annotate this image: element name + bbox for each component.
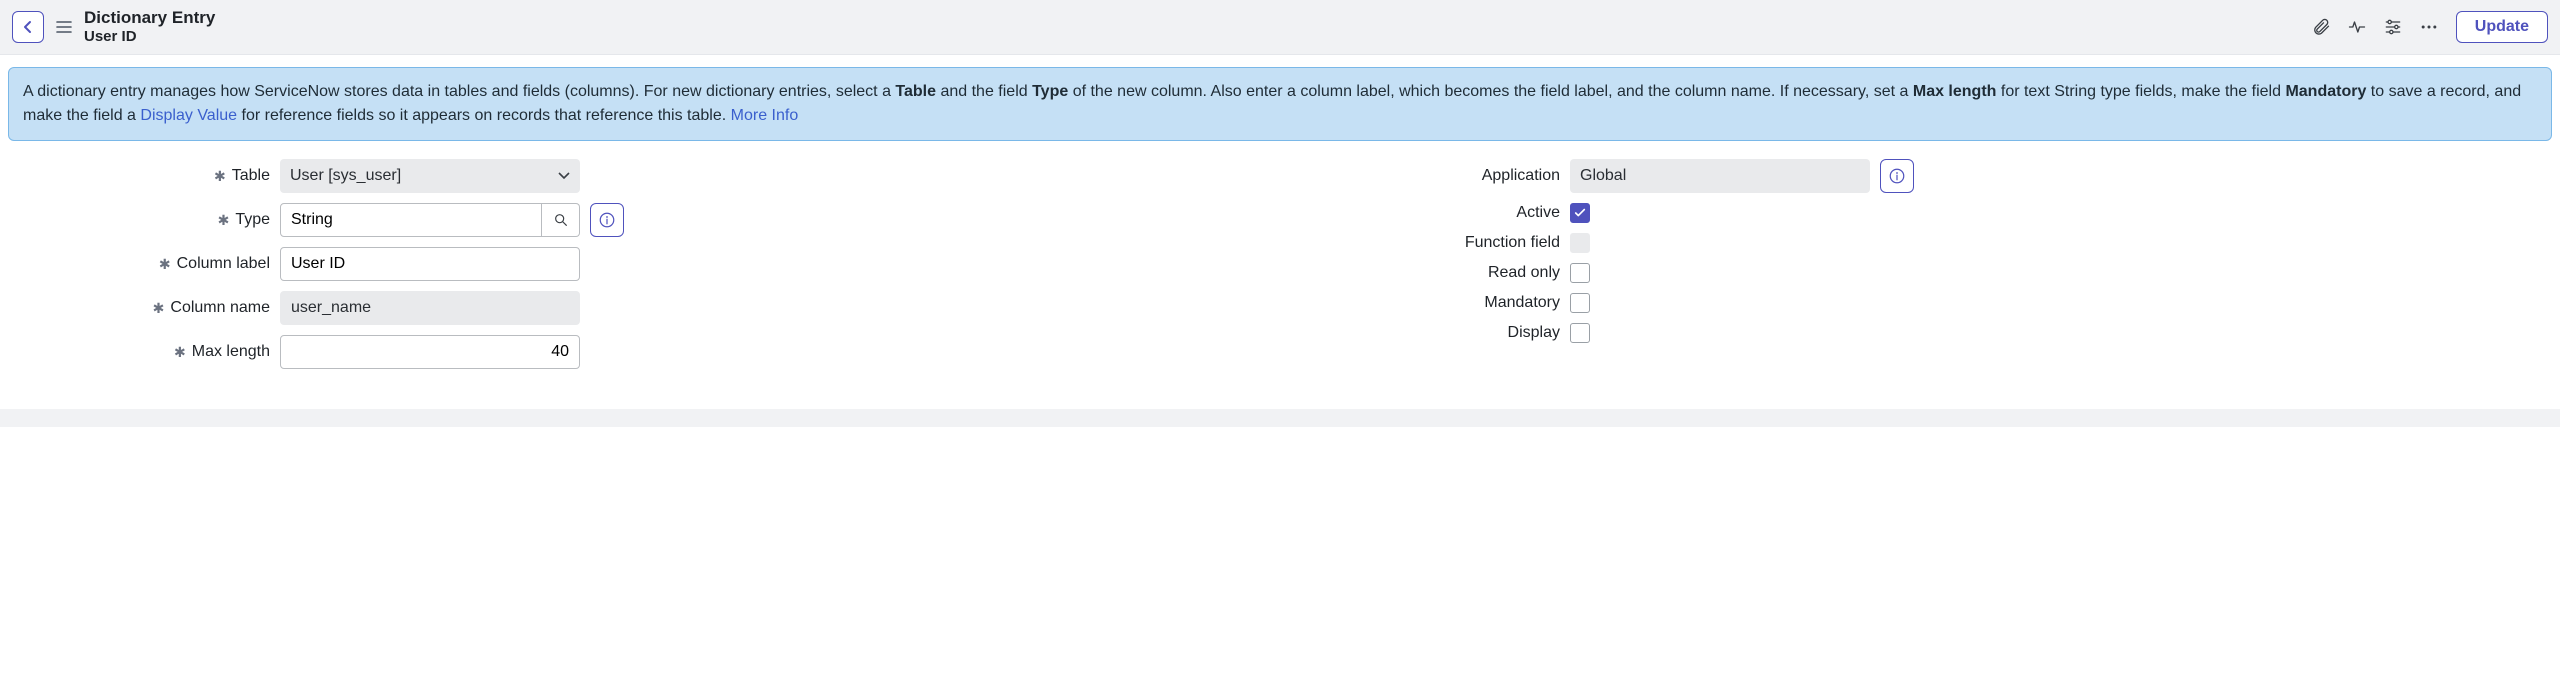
display-value-link[interactable]: Display Value (140, 107, 237, 124)
column-label-input[interactable] (280, 247, 580, 281)
paperclip-icon (2311, 17, 2331, 37)
field-read-only: Read only (1300, 263, 2550, 283)
info-icon (1888, 167, 1906, 185)
field-function: Function field (1300, 233, 2550, 253)
display-label: Display (1508, 324, 1560, 342)
type-input[interactable] (280, 203, 542, 237)
more-actions-button[interactable] (2416, 14, 2442, 40)
page-title-block: Dictionary Entry User ID (84, 8, 215, 46)
info-icon (598, 211, 616, 229)
function-field-label: Function field (1465, 234, 1560, 252)
form-left-column: ✱ Table User [sys_user] ✱ Type (10, 159, 1260, 379)
page-title: Dictionary Entry (84, 8, 215, 28)
table-label: Table (232, 167, 270, 185)
form-right-column: Application Global Active Function field (1300, 159, 2550, 379)
check-icon (1574, 207, 1586, 219)
field-column-name: ✱ Column name (10, 291, 1260, 325)
table-select-value: User [sys_user] (290, 167, 401, 185)
banner-bold-mandatory: Mandatory (2285, 83, 2366, 100)
form-container: ✱ Table User [sys_user] ✱ Type (0, 159, 2560, 409)
max-length-label: Max length (192, 343, 270, 361)
activity-icon (2347, 17, 2367, 37)
attachments-button[interactable] (2308, 14, 2334, 40)
required-icon: ✱ (214, 169, 226, 183)
type-label: Type (235, 211, 270, 229)
application-info-button[interactable] (1880, 159, 1914, 193)
page-header: Dictionary Entry User ID Update (0, 0, 2560, 55)
read-only-label: Read only (1488, 264, 1560, 282)
table-select[interactable]: User [sys_user] (280, 159, 580, 193)
column-name-input (280, 291, 580, 325)
banner-bold-type: Type (1032, 83, 1068, 100)
column-label-label: Column label (177, 255, 270, 273)
field-active: Active (1300, 203, 2550, 223)
required-icon: ✱ (174, 345, 186, 359)
display-checkbox[interactable] (1570, 323, 1590, 343)
mandatory-checkbox[interactable] (1570, 293, 1590, 313)
field-mandatory: Mandatory (1300, 293, 2550, 313)
activity-button[interactable] (2344, 14, 2370, 40)
field-display: Display (1300, 323, 2550, 343)
menu-lines-icon (56, 20, 72, 34)
max-length-input[interactable] (280, 335, 580, 369)
type-info-button[interactable] (590, 203, 624, 237)
field-column-label: ✱ Column label (10, 247, 1260, 281)
function-field-checkbox (1570, 233, 1590, 253)
ellipsis-icon (2419, 17, 2439, 37)
field-type: ✱ Type (10, 203, 1260, 237)
sliders-icon (2383, 17, 2403, 37)
info-banner: A dictionary entry manages how ServiceNo… (8, 67, 2552, 141)
footer-divider (0, 409, 2560, 427)
caret-down-icon (558, 172, 570, 180)
active-label: Active (1516, 204, 1560, 222)
application-value: Global (1570, 159, 1870, 193)
field-application: Application Global (1300, 159, 2550, 193)
banner-bold-table: Table (895, 83, 936, 100)
required-icon: ✱ (153, 301, 165, 315)
back-button[interactable] (12, 11, 44, 43)
column-name-label: Column name (170, 299, 270, 317)
search-icon (553, 212, 569, 228)
context-menu-button[interactable] (54, 17, 74, 37)
mandatory-label: Mandatory (1484, 294, 1560, 312)
active-checkbox[interactable] (1570, 203, 1590, 223)
type-lookup-button[interactable] (542, 203, 580, 237)
update-button[interactable]: Update (2456, 11, 2548, 43)
page-subtitle: User ID (84, 28, 215, 46)
more-info-link[interactable]: More Info (731, 107, 799, 124)
application-label: Application (1482, 167, 1560, 185)
settings-sliders-button[interactable] (2380, 14, 2406, 40)
field-max-length: ✱ Max length (10, 335, 1260, 369)
required-icon: ✱ (218, 213, 230, 227)
banner-bold-max: Max length (1913, 83, 1997, 100)
field-table: ✱ Table User [sys_user] (10, 159, 1260, 193)
required-icon: ✱ (159, 257, 171, 271)
chevron-left-icon (22, 20, 34, 34)
banner-text: A dictionary entry manages how ServiceNo… (23, 83, 895, 100)
read-only-checkbox[interactable] (1570, 263, 1590, 283)
